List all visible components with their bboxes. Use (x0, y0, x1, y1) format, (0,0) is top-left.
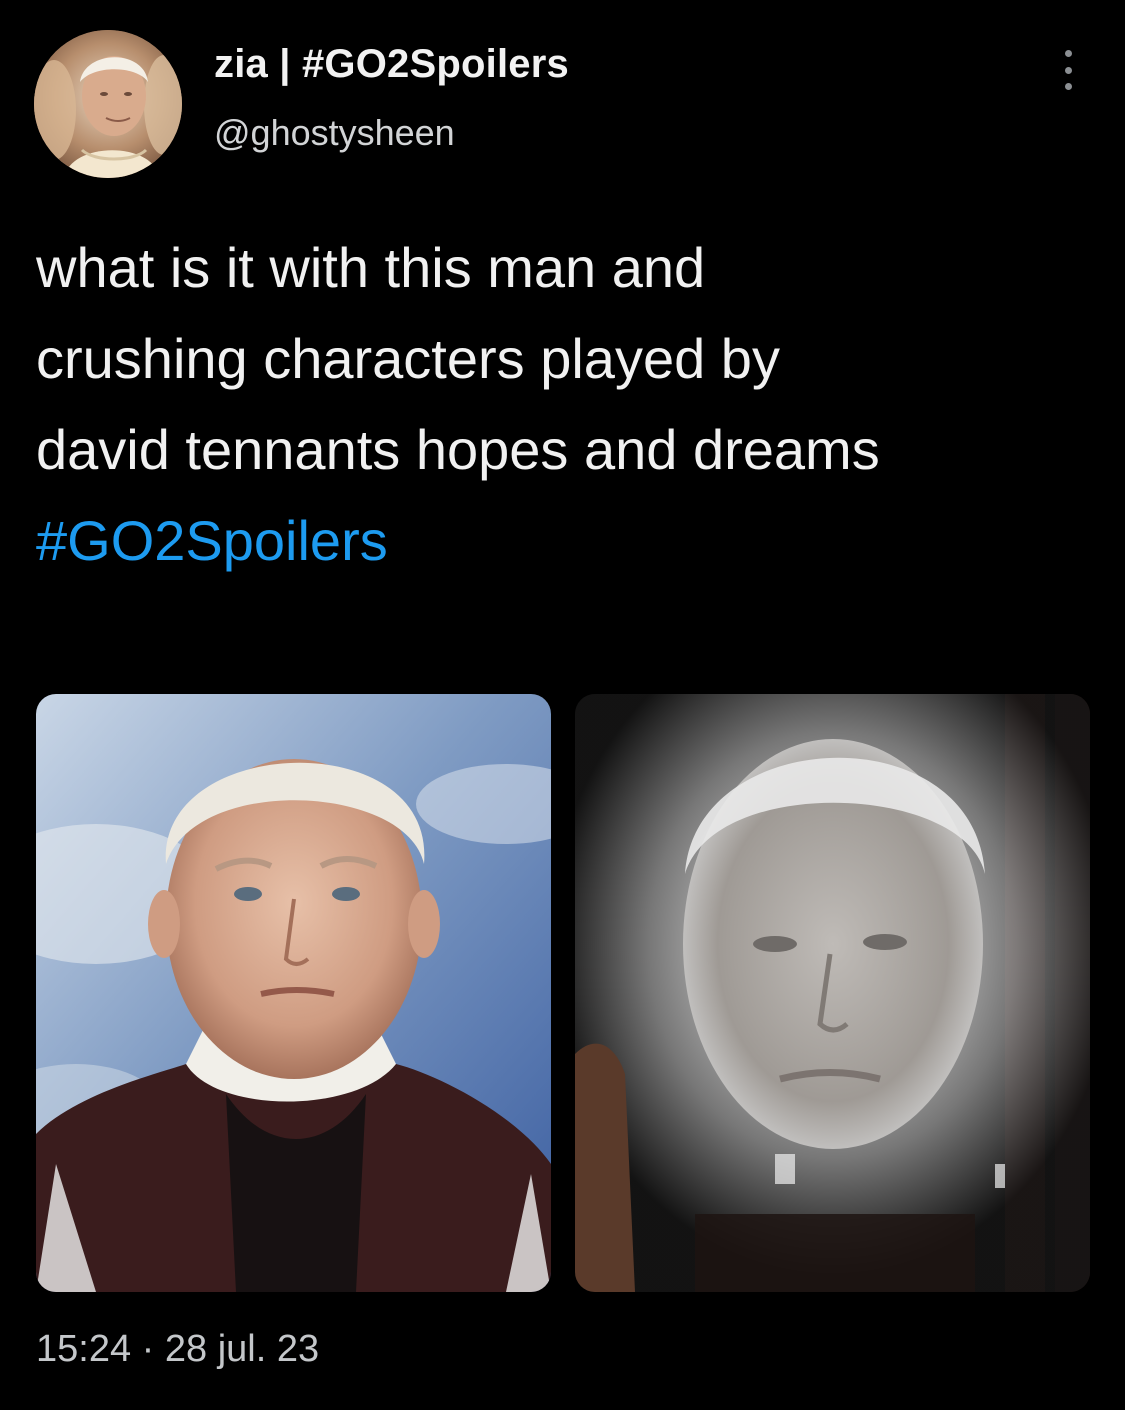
media-image-left[interactable] (36, 694, 551, 1292)
tweet-time: 15:24 (36, 1328, 132, 1370)
tweet-text-line: what is it with this man and (36, 236, 706, 299)
more-vertical-icon[interactable] (1056, 50, 1080, 90)
ghost-face-still (575, 694, 1090, 1292)
tweet-date: 28 jul. 23 (164, 1328, 320, 1370)
more-dot (1064, 66, 1072, 74)
tweet-text: what is it with this man and crushing ch… (36, 222, 1096, 586)
more-dot (1064, 83, 1072, 90)
tweet-timestamp[interactable]: 15:24 · 28 jul. 23 (36, 1328, 319, 1371)
timestamp-separator: · (141, 1328, 155, 1370)
avatar-image (34, 30, 182, 178)
author-handle[interactable]: @ghostysheen (214, 112, 455, 154)
author-display-name[interactable]: zia | #GO2Spoilers (214, 42, 569, 87)
tweet-text-line: crushing characters played by (36, 327, 780, 390)
tweet-text-line: david tennants hopes and dreams (36, 418, 880, 481)
more-dot (1064, 50, 1072, 57)
hashtag-link[interactable]: #GO2Spoilers (36, 495, 1096, 586)
media-image-right[interactable] (575, 694, 1090, 1292)
tweet-card: zia | #GO2Spoilers @ghostysheen what is … (0, 0, 1125, 1410)
author-avatar[interactable] (34, 30, 182, 178)
portrait-photo (36, 694, 551, 1292)
